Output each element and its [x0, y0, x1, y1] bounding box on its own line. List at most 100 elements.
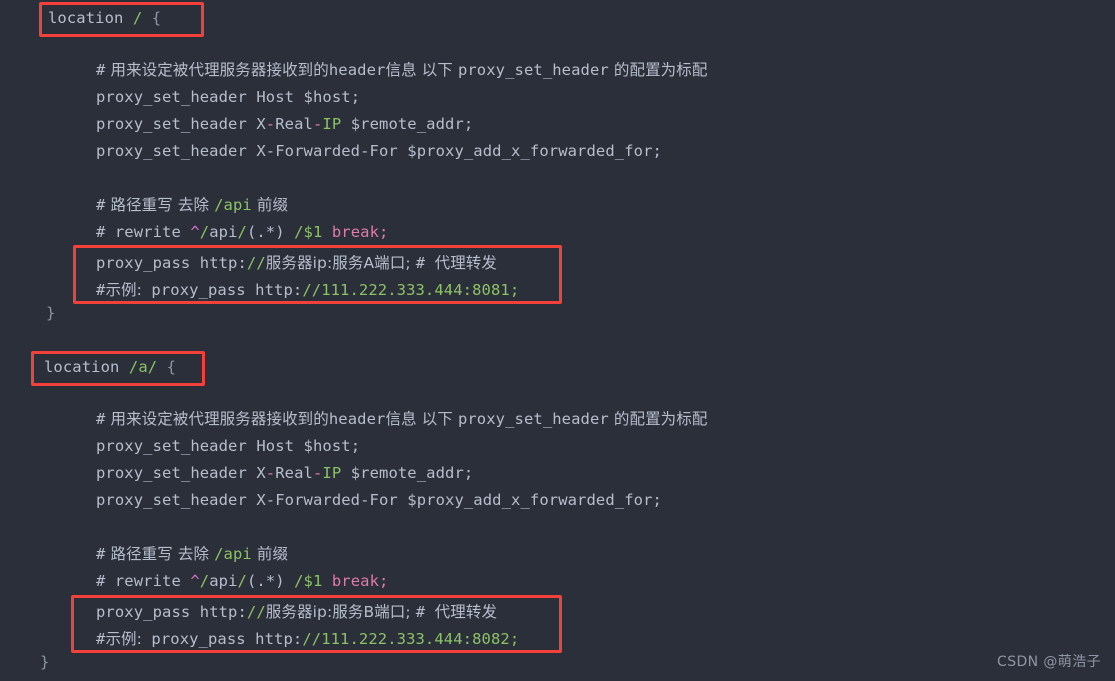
example-label: 示例: — [105, 630, 142, 648]
example-host: 111.222.333.444:8082 — [321, 630, 510, 648]
rewrite-comment-text-1: 路径重写 去除 — [105, 196, 215, 214]
proxy-pass-semicolon: ; — [405, 603, 416, 621]
proxy-set-header-xrealip-line-2: proxy_set_header X-Real-IP $remote_addr; — [0, 460, 473, 487]
regex-slash-3: / — [294, 223, 304, 241]
example-semicolon: ; — [509, 281, 520, 299]
rewrite-keyword: rewrite — [105, 223, 191, 241]
header-name-real: Real — [275, 115, 313, 133]
comment-header-line-1: # 用来设定被代理服务器接收到的header信息 以下 proxy_set_he… — [0, 57, 708, 84]
comment-header-line-2: # 用来设定被代理服务器接收到的header信息 以下 proxy_set_he… — [0, 406, 708, 433]
directive: proxy_set_header — [96, 88, 247, 106]
header-dash-2: - — [312, 115, 323, 133]
header-name: X-Forwarded-For — [256, 142, 398, 160]
location-path: /a/ — [128, 358, 158, 376]
closing-brace-line-1: } — [0, 300, 55, 327]
proxy-pass-line-1: proxy_pass http://服务器ip:服务A端口; # 代理转发 — [0, 250, 497, 277]
proxy-set-header-xff-line-1: proxy_set_header X-Forwarded-For $proxy_… — [0, 138, 662, 165]
regex-group: (.*) — [246, 223, 285, 241]
proxy-set-header-xrealip-line-1: proxy_set_header X-Real-IP $remote_addr; — [0, 111, 473, 138]
location-keyword: location — [48, 9, 124, 27]
closing-brace: } — [40, 653, 50, 671]
semicolon: ; — [379, 572, 389, 590]
header-name: X-Forwarded-For — [256, 491, 398, 509]
regex-slash-2: / — [237, 223, 247, 241]
csdn-watermark: CSDN @萌浩子 — [997, 654, 1101, 670]
location-header-line-2: location /a/ { — [0, 354, 176, 381]
directive: proxy_set_header — [96, 464, 247, 482]
header-name: Host — [256, 88, 295, 106]
proxy-pass-trailing-hash: # — [415, 603, 435, 621]
regex-capture: $1 — [303, 572, 323, 590]
proxy-set-header-host-line-2: proxy_set_header Host $host; — [0, 433, 360, 460]
example-directive: proxy_pass — [141, 630, 246, 648]
proxy-pass-slashes: // — [246, 254, 266, 272]
example-host: 111.222.333.444:8081 — [321, 281, 510, 299]
comment-code-1: header — [328, 61, 386, 79]
example-scheme: http: — [245, 281, 303, 299]
header-name-real: Real — [275, 464, 313, 482]
header-value: $proxy_add_x_forwarded_for; — [407, 491, 662, 509]
proxy-pass-scheme: http: — [190, 603, 247, 621]
example-slashes: // — [302, 630, 322, 648]
example-directive: proxy_pass — [141, 281, 246, 299]
rewrite-comment-text-2: 前缀 — [251, 196, 289, 214]
header-name-x: X — [256, 464, 266, 482]
header-name-x: X — [256, 115, 266, 133]
rewrite-comment-path: /api — [214, 545, 252, 563]
header-name-ip: IP — [322, 115, 342, 133]
proxy-pass-slashes: // — [246, 603, 266, 621]
semicolon: ; — [379, 223, 389, 241]
example-semicolon: ; — [509, 630, 520, 648]
header-name: Host — [256, 437, 295, 455]
open-brace: { — [151, 9, 162, 27]
header-name-ip: IP — [322, 464, 342, 482]
comment-cjk-3: 的配置为标配 — [608, 410, 708, 428]
location-header-line-1: location / { — [0, 5, 161, 32]
code-surface: location / { # 用来设定被代理服务器接收到的header信息 以下… — [0, 0, 1115, 681]
proxy-pass-line-2: proxy_pass http://服务器ip:服务B端口; # 代理转发 — [0, 599, 497, 626]
directive: proxy_set_header — [96, 115, 247, 133]
directive: proxy_set_header — [96, 142, 247, 160]
location-path: / — [132, 9, 143, 27]
comment-cjk-3: 的配置为标配 — [608, 61, 708, 79]
comment-code-2: proxy_set_header — [457, 61, 609, 79]
regex-slash-1: / — [199, 572, 210, 590]
rewrite-comment-line-2: # 路径重写 去除 /api 前缀 — [0, 541, 288, 568]
proxy-pass-directive: proxy_pass — [96, 603, 191, 621]
regex-api: api — [209, 572, 238, 590]
header-value: $remote_addr; — [350, 115, 474, 133]
comment-cjk-1: 用来设定被代理服务器接收到的 — [105, 61, 329, 79]
regex-group: (.*) — [246, 572, 285, 590]
proxy-pass-example-line-1: #示例: proxy_pass http://111.222.333.444:8… — [0, 277, 519, 304]
comment-cjk-2: 信息 以下 — [385, 61, 458, 79]
comment-code-2: proxy_set_header — [457, 410, 609, 428]
rewrite-comment-text-1: 路径重写 去除 — [105, 545, 215, 563]
directive: proxy_set_header — [96, 437, 247, 455]
open-brace: { — [166, 358, 177, 376]
break-keyword: break — [322, 223, 380, 241]
proxy-pass-trailing-comment: 代理转发 — [434, 603, 498, 621]
regex-caret: ^ — [190, 572, 200, 590]
location-keyword: location — [44, 358, 120, 376]
header-dash-2: - — [312, 464, 323, 482]
header-value: $proxy_add_x_forwarded_for; — [407, 142, 662, 160]
proxy-set-header-xff-line-2: proxy_set_header X-Forwarded-For $proxy_… — [0, 487, 662, 514]
proxy-pass-directive: proxy_pass — [96, 254, 191, 272]
directive: proxy_set_header — [96, 491, 247, 509]
closing-brace-line-2: } — [0, 649, 49, 676]
rewrite-directive-line-1: # rewrite ^/api/(.*) /$1 break; — [0, 219, 388, 246]
rewrite-keyword: rewrite — [105, 572, 191, 590]
header-value: $remote_addr; — [350, 464, 474, 482]
